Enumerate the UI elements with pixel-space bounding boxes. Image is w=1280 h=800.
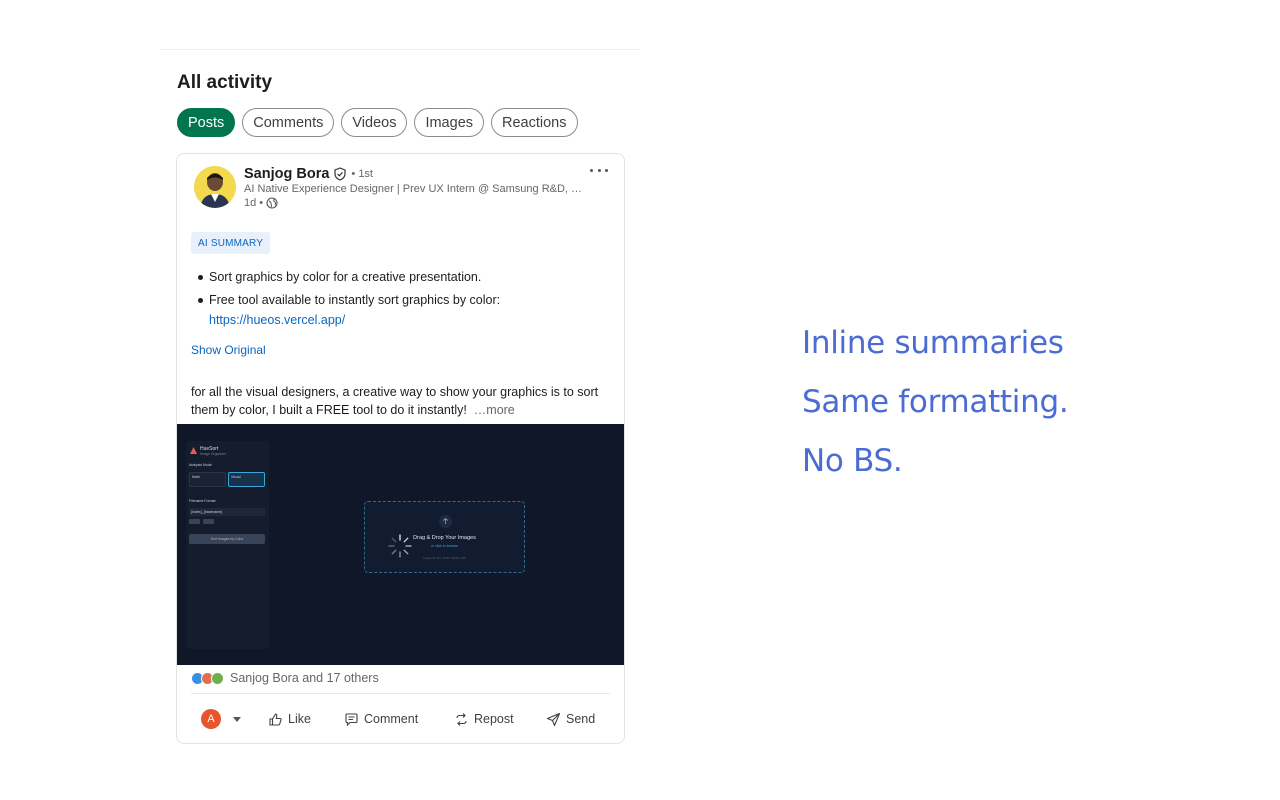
- ai-summary-badge: AI SUMMARY: [191, 232, 271, 254]
- post-age: 1d •: [244, 197, 264, 209]
- actor-avatar: A: [201, 709, 221, 729]
- like-button[interactable]: Like: [268, 705, 311, 733]
- post-media[interactable]: HueSort Image Organizer Analysis Mode Ma…: [177, 424, 624, 665]
- summary-item: Free tool available to instantly sort gr…: [194, 290, 604, 330]
- repost-button[interactable]: Repost: [454, 705, 514, 733]
- filter-comments[interactable]: Comments: [242, 108, 335, 137]
- send-label: Send: [566, 712, 596, 726]
- summary-link[interactable]: https://hueos.vercel.app/: [209, 310, 604, 330]
- support-reaction-icon: [211, 671, 224, 685]
- tagline-same-formatting: Same formatting.: [802, 384, 1069, 420]
- mini-button: [203, 519, 214, 524]
- globe-icon: [266, 197, 278, 209]
- app-logo-icon: [190, 447, 197, 454]
- comment-icon: [345, 712, 358, 726]
- post-body-text: for all the visual designers, a creative…: [191, 385, 599, 417]
- section-title: All activity: [177, 72, 273, 93]
- show-original-link[interactable]: Show Original: [191, 343, 266, 357]
- filter-reactions[interactable]: Reactions: [491, 108, 578, 137]
- send-button[interactable]: Send: [546, 705, 595, 733]
- author-line: Sanjog Bora • 1st: [244, 166, 373, 182]
- summary-list: Sort graphics by color for a creative pr…: [194, 267, 604, 333]
- activity-filters: Posts Comments Videos Images Reactions: [177, 108, 578, 137]
- app-sidebar: HueSort Image Organizer Analysis Mode Ma…: [186, 441, 269, 649]
- connection-degree: • 1st: [351, 168, 373, 180]
- post-card: Sanjog Bora • 1st AI Native Experience D…: [176, 153, 625, 744]
- repost-icon: [456, 712, 467, 726]
- filename-format-label: Filename Format: [189, 499, 216, 503]
- upload-icon: [439, 515, 452, 528]
- like-label: Like: [288, 712, 311, 726]
- see-more-link[interactable]: …more: [474, 403, 515, 417]
- reactions-summary[interactable]: Sanjog Bora and 17 others: [191, 671, 379, 685]
- thumbs-up-icon: [269, 712, 282, 726]
- more-options-icon[interactable]: [590, 164, 608, 176]
- author-headline: AI Native Experience Designer | Prev UX …: [244, 183, 584, 195]
- author-avatar[interactable]: [194, 166, 236, 208]
- image-dropzone: Drag & Drop Your Images or click to brow…: [364, 501, 525, 573]
- filename-format-input: {index}_{basename}: [189, 508, 265, 516]
- mode-visual: Visual: [228, 472, 265, 487]
- repost-label: Repost: [474, 712, 514, 726]
- mini-button: [189, 519, 200, 524]
- post-meta: 1d •: [244, 197, 278, 209]
- reaction-icons: [191, 671, 224, 685]
- tagline-inline-summaries: Inline summaries: [802, 325, 1064, 361]
- verified-icon: [333, 167, 347, 181]
- author-name[interactable]: Sanjog Bora: [244, 166, 329, 182]
- sort-images-button: Sort Images by Color: [189, 534, 265, 544]
- caret-down-icon: [233, 716, 241, 722]
- card-divider: [191, 693, 610, 694]
- post-actions: A Like Comment Repost Send: [177, 705, 624, 733]
- comment-label: Comment: [364, 712, 419, 726]
- post-body: for all the visual designers, a creative…: [191, 383, 609, 419]
- top-divider: [160, 49, 640, 50]
- mode-math: Math: [189, 472, 226, 487]
- filter-posts[interactable]: Posts: [177, 108, 236, 137]
- tagline-no-bs: No BS.: [802, 443, 903, 479]
- loading-spinner-icon: [388, 534, 412, 558]
- comment-button[interactable]: Comment: [344, 705, 418, 733]
- summary-item: Sort graphics by color for a creative pr…: [194, 267, 604, 287]
- send-icon: [546, 712, 561, 726]
- analysis-mode-label: Analysis Mode: [189, 463, 212, 467]
- actor-switcher[interactable]: A: [201, 705, 241, 733]
- filter-videos[interactable]: Videos: [341, 108, 408, 137]
- reactions-count[interactable]: Sanjog Bora and 17 others: [230, 671, 379, 685]
- filter-images[interactable]: Images: [414, 108, 485, 137]
- app-subtitle: Image Organizer: [200, 452, 227, 456]
